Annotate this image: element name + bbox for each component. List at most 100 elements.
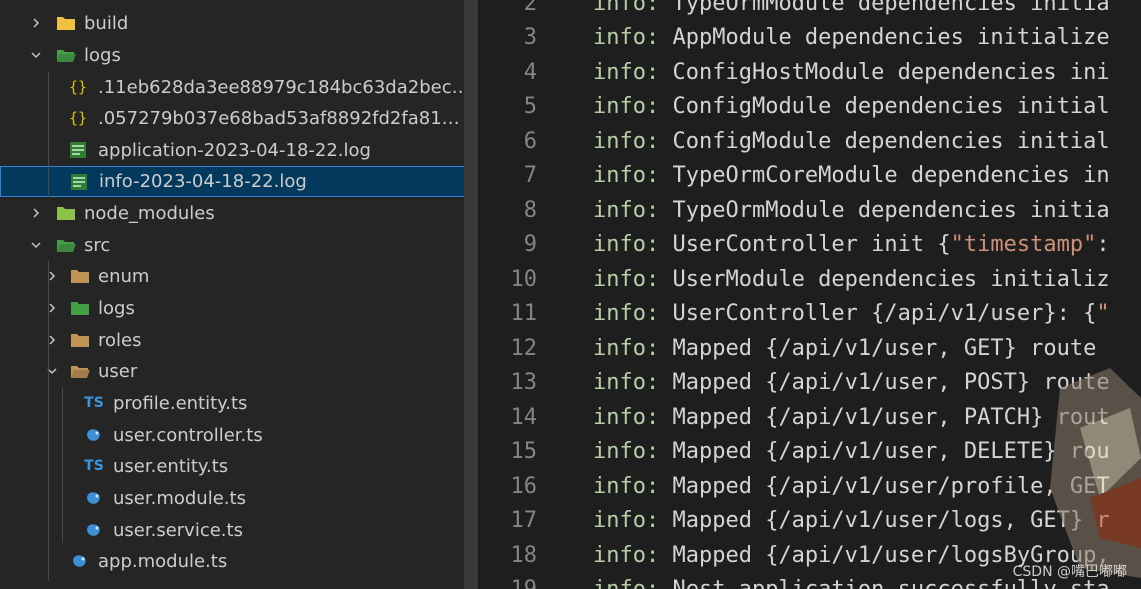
nest-icon bbox=[84, 520, 104, 540]
explorer-file-row[interactable]: TS user.entity.ts bbox=[0, 451, 464, 482]
explorer-item-label: enum bbox=[98, 266, 150, 287]
explorer-file-row[interactable]: TS profile.entity.ts bbox=[0, 388, 464, 419]
chevron-right-icon[interactable] bbox=[30, 17, 42, 29]
explorer-item-label: user.entity.ts bbox=[113, 456, 229, 477]
folder-build-icon bbox=[56, 13, 76, 33]
code-line[interactable]: 5 info: ConfigModule dependencies initial bbox=[480, 90, 1141, 124]
log-level-token: info: bbox=[593, 232, 660, 257]
explorer-file-row[interactable]: info-2023-04-18-22.log bbox=[0, 166, 464, 197]
watermark-mascot-image bbox=[1050, 368, 1141, 578]
indent-guide bbox=[62, 388, 63, 543]
line-number: 3 bbox=[523, 25, 537, 50]
code-text: info: ConfigHostModule dependencies ini bbox=[593, 60, 1110, 85]
explorer-folder-row[interactable]: enum bbox=[0, 261, 464, 292]
chevron-down-icon[interactable] bbox=[30, 239, 42, 251]
explorer-file-row[interactable]: app.module.ts bbox=[0, 546, 464, 577]
explorer-item-label: roles bbox=[98, 330, 142, 351]
log-level-token: info: bbox=[593, 370, 660, 395]
log-message-token: UserController {/api/v1/user}: { bbox=[659, 301, 1097, 326]
string-token: " bbox=[1096, 301, 1110, 326]
explorer-item-label: build bbox=[84, 13, 129, 34]
explorer-folder-row[interactable]: node_modules bbox=[0, 198, 464, 229]
explorer-file-row[interactable]: user.module.ts bbox=[0, 483, 464, 514]
log-level-token: info: bbox=[593, 301, 660, 326]
log-message-token: TypeOrmCoreModule dependencies in bbox=[659, 163, 1110, 188]
log-file-icon bbox=[68, 140, 88, 160]
punctuation-token: : bbox=[1096, 232, 1110, 257]
line-number: 5 bbox=[523, 94, 537, 119]
watermark-text: CSDN @嘴巴嘟嘟 bbox=[1012, 564, 1127, 580]
log-level-token: info: bbox=[593, 542, 660, 568]
explorer-folder-row[interactable]: user bbox=[0, 356, 464, 387]
json-icon: {} bbox=[68, 109, 88, 127]
explorer-file-row[interactable]: {} .057279b037e68bad53af8892fd2fa8175b8d.… bbox=[0, 103, 464, 134]
explorer-item-label: src bbox=[84, 235, 111, 256]
line-number: 14 bbox=[510, 404, 538, 430]
explorer-item-label: node_modules bbox=[84, 203, 215, 224]
line-number: 11 bbox=[510, 301, 538, 326]
explorer-file-row[interactable]: application-2023-04-18-22.log bbox=[0, 135, 464, 166]
json-icon: {} bbox=[68, 78, 88, 96]
folder-icon bbox=[70, 266, 90, 286]
explorer-file-row[interactable]: user.controller.ts bbox=[0, 420, 464, 451]
explorer-folder-row[interactable]: logs bbox=[0, 40, 464, 71]
explorer-item-label: profile.entity.ts bbox=[113, 393, 248, 414]
code-line[interactable]: 3 info: AppModule dependencies initialize bbox=[480, 21, 1141, 55]
explorer-file-row[interactable]: user.service.ts bbox=[0, 515, 464, 546]
log-file-icon bbox=[69, 172, 89, 192]
log-level-token: info: bbox=[593, 439, 660, 464]
log-level-token: info: bbox=[593, 94, 660, 119]
log-level-token: info: bbox=[593, 25, 660, 50]
log-level-token: info: bbox=[593, 404, 660, 430]
explorer-scrollbar[interactable] bbox=[464, 0, 478, 589]
code-line[interactable]: 11 info: UserController {/api/v1/user}: {… bbox=[480, 297, 1141, 331]
code-line[interactable]: 9 info: UserController init {"timestamp": bbox=[480, 228, 1141, 262]
log-message-token: ConfigModule dependencies initial bbox=[659, 128, 1110, 154]
chevron-down-icon[interactable] bbox=[30, 49, 42, 61]
indent-guide bbox=[48, 72, 49, 197]
log-message-token: UserModule dependencies initializ bbox=[659, 266, 1110, 292]
line-number: 10 bbox=[510, 266, 538, 292]
explorer-item-label: app.module.ts bbox=[98, 551, 228, 572]
code-line[interactable]: 8 info: TypeOrmModule dependencies initia bbox=[480, 193, 1141, 227]
log-level-token: info: bbox=[593, 163, 660, 188]
folder-logs-open-icon bbox=[56, 45, 76, 65]
explorer-item-label: logs bbox=[84, 45, 121, 66]
log-level-token: info: bbox=[593, 197, 660, 223]
chevron-right-icon[interactable] bbox=[30, 207, 42, 219]
explorer-item-label: user.controller.ts bbox=[113, 425, 263, 446]
code-line[interactable]: 12 info: Mapped {/api/v1/user, GET} route bbox=[480, 331, 1141, 365]
code-line[interactable]: 10 info: UserModule dependencies initiali… bbox=[480, 262, 1141, 296]
code-text: info: Mapped {/api/v1/user, DELETE} rou bbox=[593, 439, 1110, 464]
code-text: info: UserModule dependencies initializ bbox=[593, 267, 1110, 292]
log-message-token: ConfigModule dependencies initial bbox=[659, 94, 1110, 119]
code-text: info: ConfigModule dependencies initial bbox=[593, 129, 1110, 154]
nest-icon bbox=[84, 425, 104, 445]
code-line[interactable]: 2 info: TypeOrmModule dependencies initia bbox=[480, 0, 1141, 20]
typescript-icon: TS bbox=[84, 395, 104, 411]
explorer-folder-row[interactable]: build bbox=[0, 8, 464, 39]
explorer-folder-row[interactable]: logs bbox=[0, 293, 464, 324]
code-text: info: TypeOrmCoreModule dependencies in bbox=[593, 163, 1110, 188]
log-level-token: info: bbox=[593, 577, 659, 589]
line-number: 18 bbox=[510, 542, 538, 568]
code-text: info: TypeOrmModule dependencies initia bbox=[593, 198, 1110, 223]
line-number: 2 bbox=[523, 0, 537, 16]
folder-src-open-icon bbox=[56, 235, 76, 255]
line-number: 4 bbox=[523, 59, 537, 85]
code-line[interactable]: 7 info: TypeOrmCoreModule dependencies in bbox=[480, 159, 1141, 193]
string-token: "timestamp" bbox=[950, 232, 1097, 257]
explorer-file-row[interactable]: {} .11eb628da3ee88979c184bc63da2bec0f142.… bbox=[0, 72, 464, 103]
explorer-folder-row[interactable]: roles bbox=[0, 325, 464, 356]
code-line[interactable]: 4 info: ConfigHostModule dependencies ini bbox=[480, 55, 1141, 89]
log-level-token: info: bbox=[593, 59, 660, 85]
line-number: 15 bbox=[510, 439, 538, 464]
explorer-item-label: .11eb628da3ee88979c184bc63da2bec0f142... bbox=[98, 77, 464, 98]
explorer-item-label: logs bbox=[98, 298, 135, 319]
code-line[interactable]: 6 info: ConfigModule dependencies initial bbox=[480, 124, 1141, 158]
code-text: info: Mapped {/api/v1/user/logs, GET} r bbox=[593, 508, 1110, 533]
explorer-item-label: info-2023-04-18-22.log bbox=[99, 171, 307, 192]
log-message-token: AppModule dependencies initialize bbox=[659, 25, 1110, 50]
log-level-token: info: bbox=[593, 266, 660, 292]
explorer-folder-row[interactable]: src bbox=[0, 230, 464, 261]
